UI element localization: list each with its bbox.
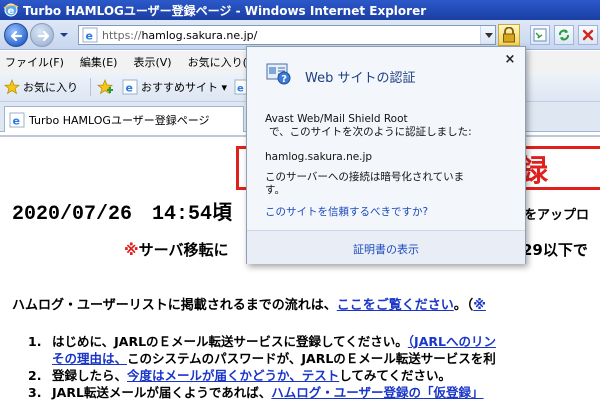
close-button[interactable]: × — [503, 53, 517, 67]
note-link[interactable]: ※ — [473, 298, 486, 313]
server-migration-note: ※サーバ移転に — [124, 239, 228, 260]
star-icon — [4, 79, 20, 95]
menu-file[interactable]: ファイル(F) — [0, 54, 69, 70]
favorites-label: お気に入り — [23, 81, 78, 94]
issuer-note: で、このサイトを次のように認証しました: — [269, 126, 472, 138]
ie-page-icon: e — [122, 79, 138, 95]
url-protocol: https:// — [102, 28, 142, 42]
svg-text:e: e — [237, 84, 244, 95]
site-certificate-popup: ? Web サイトの認証 × Avast Web/Mail Shield Roo… — [246, 46, 526, 264]
broken-page-icon — [533, 28, 547, 42]
svg-text:e: e — [13, 114, 20, 127]
page-ie-icon: e — [82, 27, 98, 43]
add-star-icon — [97, 79, 113, 95]
url-host: hamlog.sakura.ne.jp/ — [141, 28, 258, 42]
security-lock-button[interactable] — [498, 24, 520, 46]
step-1-text: はじめに、JARLのＥメール転送サービスに登録してください。 — [52, 334, 408, 349]
compatibility-view-button[interactable] — [530, 25, 550, 45]
step-2-number: 2. — [28, 368, 42, 383]
recent-pages-dropdown-icon[interactable] — [59, 30, 69, 40]
issuer-name: Avast Web/Mail Shield Root — [265, 113, 408, 125]
stop-button[interactable] — [578, 25, 598, 45]
tab-hamlog[interactable]: e Turbo HAMLOGユーザー登録ページ — [4, 106, 244, 132]
arrow-left-icon — [10, 30, 23, 42]
suggested-sites-label: おすすめサイト ▾ — [141, 81, 228, 94]
popup-footer: 証明書の表示 — [247, 230, 525, 264]
mail-test-link[interactable]: 今度はメールが届くかどうか、テスト — [127, 368, 339, 383]
menu-view[interactable]: 表示(V) — [128, 54, 176, 70]
jarl-link[interactable]: （JARLへのリン — [408, 334, 496, 349]
step-2-text: 登録したら、 — [52, 368, 128, 383]
window-title: Turbo HAMLOGユーザー登録ページ - Windows Internet… — [23, 3, 427, 18]
server-note-text: サーバ移転に — [138, 241, 229, 259]
stop-icon — [582, 29, 594, 41]
svg-text:e: e — [8, 6, 15, 17]
refresh-button[interactable] — [554, 25, 574, 45]
note-mark: ※ — [124, 241, 139, 259]
address-dropdown-button[interactable] — [480, 26, 495, 44]
step-2-suffix: してみてください。 — [339, 368, 452, 383]
chevron-down-icon — [485, 33, 493, 38]
svg-text:e: e — [86, 30, 93, 43]
server-note-fragment: 29以下で — [522, 241, 588, 259]
popup-title: Web サイトの認証 — [305, 71, 416, 86]
view-certificate-link[interactable]: 証明書の表示 — [247, 241, 525, 257]
update-note-fragment: をアップロ — [524, 208, 590, 223]
certified-host: hamlog.sakura.ne.jp — [265, 151, 373, 163]
step-1-continued-text: このシステムのパスワードが、JARLのＥメール転送サービスを利 — [127, 351, 496, 366]
ie-logo-icon: e — [3, 2, 19, 18]
refresh-icon — [559, 29, 569, 41]
forward-button[interactable] — [30, 23, 54, 47]
certificate-icon: ? — [265, 60, 291, 86]
menu-edit[interactable]: 編集(E) — [75, 54, 123, 70]
list-prefix: ハムログ・ユーザーリストに掲載されるまでの流れは、 — [12, 298, 337, 313]
step-3-number: 3. — [28, 385, 42, 400]
arrow-right-icon — [37, 30, 50, 42]
ie-window: e Turbo HAMLOGユーザー登録ページ - Windows Intern… — [0, 0, 600, 400]
tab-page-icon: e — [9, 112, 25, 127]
address-bar[interactable]: e https://hamlog.sakura.ne.jp/ — [78, 25, 496, 45]
lock-icon — [503, 27, 515, 43]
temp-registration-link[interactable]: ハムログ・ユーザー登録の「仮登録」 — [271, 385, 483, 400]
suggested-sites-link[interactable]: e おすすめサイト ▾ — [122, 79, 227, 95]
add-favorite-button[interactable] — [97, 79, 116, 95]
encryption-note-line1: このサーバーへの接続は暗号化されていま — [265, 171, 465, 183]
see-here-link[interactable]: ここをご覧ください — [337, 298, 454, 313]
encryption-note-line2: す。 — [265, 184, 285, 196]
title-bar: e Turbo HAMLOGユーザー登録ページ - Windows Intern… — [0, 0, 600, 20]
back-button[interactable] — [4, 23, 28, 47]
svg-text:e: e — [126, 82, 133, 95]
step-3-text: JARL転送メールが届くようであれば、 — [52, 385, 272, 400]
step-1-number: 1. — [28, 334, 42, 349]
list-suffix: 。（ — [453, 298, 474, 313]
user-list-line: ハムログ・ユーザーリストに掲載されるまでの流れは、ここをご覧ください。（※ — [12, 294, 486, 313]
reason-link[interactable]: その理由は、 — [52, 351, 127, 366]
url-text[interactable]: https://hamlog.sakura.ne.jp/ — [102, 29, 257, 42]
tab-label: Turbo HAMLOGユーザー登録ページ — [29, 113, 210, 127]
trust-site-link[interactable]: このサイトを信頼するべきですか? — [265, 206, 515, 219]
favorites-button[interactable]: お気に入り — [4, 79, 78, 95]
update-datetime: 2020/07/26 14:54頃 — [12, 203, 233, 226]
popup-body: Avast Web/Mail Shield Root で、このサイトを次のように… — [265, 113, 515, 219]
step-3: 3. JARL転送メールが届くようであれば、ハムログ・ユーザー登録の「仮登録」 — [28, 382, 484, 400]
favorites-separator — [90, 78, 91, 96]
svg-text:?: ? — [281, 74, 287, 85]
popup-header: ? Web サイトの認証 × — [247, 47, 525, 97]
